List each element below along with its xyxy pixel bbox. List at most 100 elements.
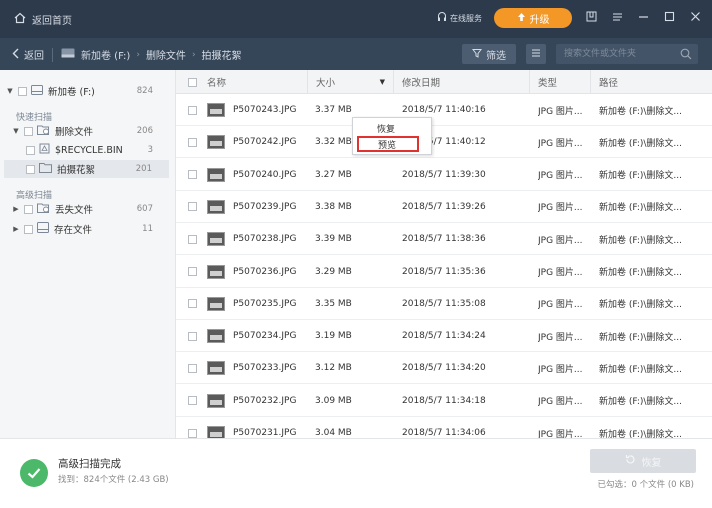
tree-item-label: 删除文件	[55, 127, 94, 138]
table-row[interactable]: P5070233.JPG 3.12 MB 2018/5/7 11:34:20 JPG …	[176, 352, 712, 385]
file-type: JPG 图片...	[538, 138, 583, 149]
list-view-button[interactable]	[526, 44, 546, 64]
file-path: 新加卷 (F:)\删除文...	[599, 171, 683, 182]
file-name: P5070232.JPG	[233, 395, 297, 406]
menu-button[interactable]	[610, 11, 624, 25]
tree-item-count: 11	[142, 224, 153, 234]
search-icon[interactable]	[680, 48, 692, 63]
row-checkbox[interactable]	[188, 331, 197, 341]
select-all-checkbox[interactable]	[188, 77, 197, 87]
row-checkbox[interactable]	[188, 267, 197, 276]
back-label: 返回	[24, 51, 44, 62]
checkbox[interactable]	[24, 204, 33, 214]
upgrade-label: 升级	[529, 14, 550, 26]
back-button[interactable]: 返回	[12, 47, 44, 62]
expand-triangle-icon[interactable]: ▶	[12, 205, 20, 213]
tree-item-drive[interactable]: ▼ 新加卷 (F:) 824	[0, 82, 175, 100]
column-header-type-label: 类型	[538, 78, 558, 89]
file-type: JPG 图片...	[538, 171, 583, 182]
feedback-button[interactable]	[584, 11, 598, 25]
tree-item-lost-files[interactable]: ▶ 丢失文件 607	[0, 200, 175, 218]
search-input[interactable]	[556, 44, 674, 64]
file-name: P5070242.JPG	[233, 137, 297, 148]
table-row[interactable]: P5070232.JPG 3.09 MB 2018/5/7 11:34:18 JPG …	[176, 385, 712, 417]
home-link[interactable]: 返回首页	[14, 12, 72, 27]
column-header-name[interactable]: 名称	[176, 70, 307, 94]
file-path: 新加卷 (F:)\删除文...	[599, 429, 683, 439]
home-icon	[14, 12, 26, 27]
table-row[interactable]: P5070235.JPG 3.35 MB 2018/5/7 11:35:08 JPG …	[176, 288, 712, 320]
context-menu-restore[interactable]: 恢复	[353, 120, 431, 136]
checkbox[interactable]	[26, 145, 35, 155]
context-menu-preview[interactable]: 预览	[357, 136, 419, 152]
checkbox[interactable]	[18, 86, 27, 96]
row-checkbox[interactable]	[188, 428, 197, 438]
expand-triangle-icon[interactable]: ▼	[6, 87, 14, 95]
column-header-type[interactable]: 类型	[529, 70, 590, 94]
file-path: 新加卷 (F:)\删除文...	[599, 106, 683, 117]
file-size: 3.29 MB	[315, 266, 352, 277]
tree-item-count: 3	[147, 145, 153, 155]
minimize-icon	[638, 11, 649, 26]
filter-button[interactable]: 筛选	[462, 44, 516, 64]
row-checkbox[interactable]	[188, 105, 197, 115]
context-menu: 恢复 预览	[352, 117, 432, 155]
breadcrumb-item-drive[interactable]: 新加卷 (F:)	[81, 47, 130, 62]
close-button[interactable]	[688, 11, 702, 25]
image-thumbnail-icon	[207, 296, 225, 311]
checkbox[interactable]	[24, 224, 33, 234]
upgrade-button[interactable]: 升级	[494, 8, 572, 28]
file-size: 3.39 MB	[315, 234, 352, 245]
file-name: P5070239.JPG	[233, 201, 297, 212]
row-checkbox[interactable]	[188, 396, 197, 406]
minimize-button[interactable]	[636, 11, 650, 25]
online-service-button[interactable]: 在线服务	[437, 11, 482, 25]
vertical-scrollbar[interactable]	[706, 96, 710, 432]
file-type: JPG 图片...	[538, 106, 583, 117]
drive-icon	[31, 84, 43, 98]
tree-item-recycle-bin[interactable]: $RECYCLE.BIN 3	[0, 141, 175, 159]
table-row[interactable]: P5070231.JPG 3.04 MB 2018/5/7 11:34:06 JPG …	[176, 417, 712, 438]
tree-item-existing-files[interactable]: ▶ 存在文件 11	[0, 220, 175, 238]
expand-triangle-icon[interactable]: ▼	[12, 127, 20, 135]
checkmark-icon	[20, 459, 48, 487]
column-header-date[interactable]: 修改日期	[393, 70, 529, 94]
breadcrumb-item-current[interactable]: 拍摄花絮	[202, 47, 242, 62]
file-type: JPG 图片...	[538, 268, 583, 278]
table-row[interactable]: P5070242.JPG 3.32 MB 2018/5/7 11:40:12 JPG …	[176, 126, 712, 159]
table-row[interactable]: P5070239.JPG 3.38 MB 2018/5/7 11:39:26 JPG …	[176, 191, 712, 223]
column-header-name-label: 名称	[207, 78, 227, 89]
file-date: 2018/5/7 11:34:18	[402, 395, 486, 406]
file-date: 2018/5/7 11:38:36	[402, 234, 486, 245]
maximize-button[interactable]	[662, 11, 676, 25]
recover-button[interactable]: 恢复	[590, 449, 696, 473]
row-checkbox[interactable]	[188, 202, 197, 212]
table-row[interactable]: P5070236.JPG 3.29 MB 2018/5/7 11:35:36 JPG …	[176, 256, 712, 288]
row-checkbox[interactable]	[188, 234, 197, 244]
file-type: JPG 图片...	[538, 364, 583, 375]
image-thumbnail-icon	[207, 167, 225, 182]
image-thumbnail-icon	[207, 199, 225, 214]
row-checkbox[interactable]	[188, 170, 197, 180]
column-header-date-label: 修改日期	[402, 78, 441, 89]
table-row[interactable]: P5070238.JPG 3.39 MB 2018/5/7 11:38:36 JPG …	[176, 223, 712, 256]
checkbox[interactable]	[26, 164, 35, 174]
breadcrumb-item-deleted[interactable]: 删除文件	[146, 47, 186, 62]
image-thumbnail-icon	[207, 393, 225, 408]
tree-item-deleted-files[interactable]: ▼ 删除文件 206	[0, 122, 175, 140]
row-checkbox[interactable]	[188, 299, 197, 309]
upload-arrow-icon	[517, 12, 526, 25]
table-row[interactable]: P5070234.JPG 3.19 MB 2018/5/7 11:34:24 JPG …	[176, 320, 712, 353]
column-header-path[interactable]: 路径	[590, 70, 712, 94]
table-row[interactable]: P5070243.JPG 3.37 MB 2018/5/7 11:40:16 JPG …	[176, 94, 712, 126]
tree-item-shooting-outtakes[interactable]: 拍摄花絮 201	[4, 160, 169, 178]
table-row[interactable]: P5070240.JPG 3.27 MB 2018/5/7 11:39:30 JPG …	[176, 159, 712, 191]
hamburger-icon	[612, 11, 623, 26]
checkbox[interactable]	[24, 126, 33, 136]
sidebar: ▼ 新加卷 (F:) 824 快速扫描 ▼ 删除文件 206 $RECYCLE.…	[0, 70, 176, 438]
file-date: 2018/5/7 11:39:30	[402, 169, 486, 180]
row-checkbox[interactable]	[188, 363, 197, 373]
column-header-size[interactable]: 大小 ▼	[307, 70, 393, 94]
expand-triangle-icon[interactable]: ▶	[12, 225, 20, 233]
row-checkbox[interactable]	[188, 137, 197, 147]
